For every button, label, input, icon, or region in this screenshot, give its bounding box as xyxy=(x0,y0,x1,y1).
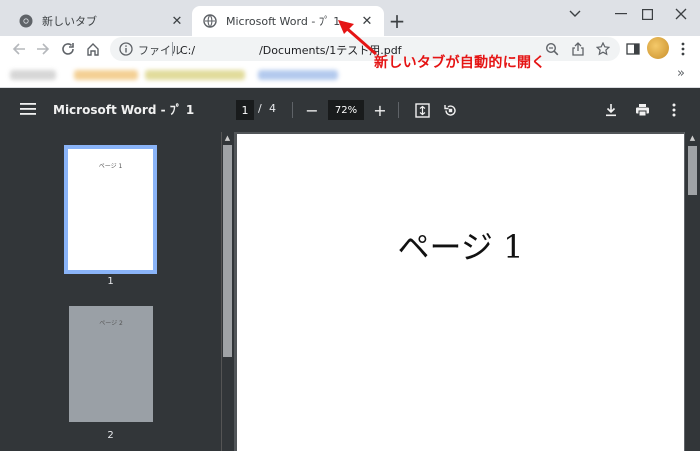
sidebar-scroll-thumb[interactable] xyxy=(223,145,232,357)
bookmark-item[interactable] xyxy=(145,70,245,80)
zoom-level-input[interactable]: 72% xyxy=(328,100,364,120)
thumbnail-page-1[interactable]: ページ 1 xyxy=(64,145,157,274)
divider xyxy=(398,102,399,118)
thumbnail-label: ページ 2 xyxy=(99,320,123,327)
reload-icon[interactable] xyxy=(57,38,79,60)
side-panel-icon[interactable] xyxy=(624,40,642,58)
star-icon[interactable] xyxy=(595,41,611,57)
divider xyxy=(292,102,293,118)
divider xyxy=(172,42,173,56)
pdf-page: ページ 1 xyxy=(237,134,684,451)
print-icon[interactable] xyxy=(632,100,652,120)
document-scroll-thumb[interactable] xyxy=(688,146,697,195)
chrome-icon xyxy=(18,13,34,29)
security-label: ファイル xyxy=(138,44,182,57)
info-icon[interactable] xyxy=(118,41,134,57)
scroll-up-icon[interactable]: ▲ xyxy=(688,134,697,142)
page-number-input[interactable]: 1 xyxy=(236,100,254,120)
zoom-in-button[interactable]: + xyxy=(370,100,390,120)
maximize-icon[interactable] xyxy=(628,0,666,28)
chevron-right-icon[interactable]: » xyxy=(677,66,685,81)
back-icon[interactable] xyxy=(8,38,30,60)
tab-title: 新しいタブ xyxy=(42,15,97,28)
fit-page-icon[interactable] xyxy=(412,100,432,120)
rotate-icon[interactable] xyxy=(440,100,460,120)
pdf-title: Microsoft Word - ﾌﾟ 1 xyxy=(53,103,195,117)
thumbnail-label: ページ 1 xyxy=(98,163,123,170)
globe-icon xyxy=(202,13,218,29)
thumbnail-sidebar: ページ 1 1 ページ 2 2 xyxy=(0,132,221,451)
scroll-up-icon[interactable]: ▲ xyxy=(223,134,232,142)
more-vert-icon[interactable] xyxy=(664,100,684,120)
close-window-icon[interactable] xyxy=(662,0,700,28)
more-vert-icon[interactable] xyxy=(674,40,692,58)
tab-search-icon[interactable] xyxy=(556,0,594,28)
url-prefix: C:/ xyxy=(180,44,196,57)
menu-icon[interactable] xyxy=(18,99,38,119)
annotation-text: 新しいタブが自動的に開く xyxy=(374,55,546,71)
bookmark-item[interactable] xyxy=(10,70,56,80)
pdf-toolbar: Microsoft Word - ﾌﾟ 1 1 / 4 − 72% + xyxy=(0,88,700,132)
forward-icon[interactable] xyxy=(32,38,54,60)
download-icon[interactable] xyxy=(601,100,621,120)
close-icon[interactable]: ✕ xyxy=(170,14,184,29)
home-icon[interactable] xyxy=(82,38,104,60)
page-total: 4 xyxy=(269,102,276,115)
page-separator: / xyxy=(258,102,262,115)
thumbnail-number: 1 xyxy=(107,276,114,287)
thumbnail-page-2[interactable]: ページ 2 xyxy=(69,306,153,422)
tab-new-tab[interactable]: 新しいタブ ✕ xyxy=(8,6,194,36)
share-icon[interactable] xyxy=(570,41,586,57)
zoom-out-button[interactable]: − xyxy=(302,100,322,120)
page-heading: ページ 1 xyxy=(397,228,524,266)
zoom-icon[interactable] xyxy=(544,41,560,57)
bookmark-item[interactable] xyxy=(74,70,138,80)
thumbnail-number: 2 xyxy=(107,430,114,441)
avatar[interactable] xyxy=(647,37,669,59)
bookmark-item[interactable] xyxy=(258,70,338,80)
